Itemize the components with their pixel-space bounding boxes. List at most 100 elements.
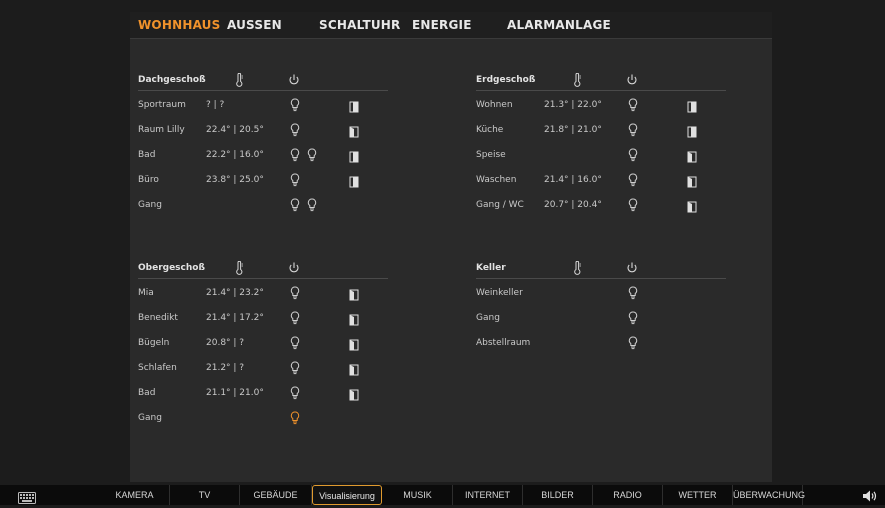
room-name: Raum Lilly [138,125,185,135]
room-row: Büro 23.8° | 25.0° [138,171,388,191]
section-dachgeschoss: Dachgeschoß Sportraum ? | ? Raum Lilly 22.4°… [138,72,388,232]
room-row: Gang [476,309,726,329]
room-temperature: 21.8° | 21.0° [544,125,602,135]
lightbulb-icon[interactable] [628,147,638,162]
lightbulb-icon[interactable] [290,335,300,350]
shutter-icon[interactable] [686,98,698,113]
shutter-icon[interactable] [686,173,698,188]
room-row: Mia 21.4° | 23.2° [138,284,388,304]
lightbulb-icon[interactable] [290,360,300,375]
shutter-icon[interactable] [348,336,360,351]
bottom-tab-musik[interactable]: MUSIK [383,485,453,505]
room-temperature: 21.4° | 23.2° [206,288,264,298]
room-temperature: 21.4° | 17.2° [206,313,264,323]
lightbulb-icon[interactable] [628,310,638,325]
section-title: Dachgeschoß [138,75,206,85]
tab-alarmanlage[interactable]: ALARMANLAGE [507,12,611,38]
room-row: Sportraum ? | ? [138,96,388,116]
speaker-icon[interactable] [862,488,878,502]
lightbulb-icon[interactable] [290,285,300,300]
bottom-taskbar: KAMERA TV GEBÄUDE Visualisierung MUSIK I… [0,485,885,505]
bottom-tab-bilder[interactable]: BILDER [523,485,593,505]
room-name: Bügeln [138,338,170,348]
room-temperature: 21.3° | 22.0° [544,100,602,110]
shutter-icon[interactable] [686,148,698,163]
shutter-icon[interactable] [348,361,360,376]
room-name: Gang [138,200,162,210]
room-name: Schlafen [138,363,177,373]
thermometer-icon [571,72,583,87]
bottom-tab-ueberwachung[interactable]: ÜBERWACHUNG [733,485,805,505]
room-temperature: 21.2° | ? [206,363,245,373]
shutter-icon[interactable] [348,386,360,401]
tab-aussen[interactable]: AUSSEN [227,12,282,38]
shutter-icon[interactable] [686,123,698,138]
room-name: Abstellraum [476,338,531,348]
room-name: Speise [476,150,506,160]
shutter-icon[interactable] [348,148,360,163]
shutter-icon[interactable] [348,98,360,113]
lightbulb-icon[interactable] [628,285,638,300]
lightbulb-icon[interactable] [290,122,300,137]
keyboard-icon[interactable] [18,489,36,504]
lightbulb-icon[interactable] [290,385,300,400]
section-title: Keller [476,263,506,273]
tab-wohnhaus[interactable]: WOHNHAUS [138,12,220,38]
room-name: Bad [138,150,156,160]
room-name: Gang [138,413,162,423]
room-temperature: 20.8° | ? [206,338,245,348]
bottom-tab-visualisierung[interactable]: Visualisierung [312,485,382,505]
main-panel: WOHNHAUS AUSSEN SCHALTUHR ENERGIE ALARMA… [130,12,772,482]
power-icon [288,260,300,274]
lightbulb-icon[interactable] [628,197,638,212]
lightbulb-icon[interactable] [290,310,300,325]
section-title: Obergeschoß [138,263,205,273]
power-icon [288,72,300,86]
bottom-tab-kamera[interactable]: KAMERA [100,485,170,505]
shutter-icon[interactable] [348,173,360,188]
room-temperature: 23.8° | 25.0° [206,175,264,185]
lightbulb-icon[interactable] [628,172,638,187]
bottom-tab-internet[interactable]: INTERNET [453,485,523,505]
tab-schaltuhr[interactable]: SCHALTUHR [319,12,400,38]
lightbulb-icon[interactable] [290,147,300,162]
bottom-tab-radio[interactable]: RADIO [593,485,663,505]
lightbulb-icon[interactable] [628,335,638,350]
room-name: Wohnen [476,100,513,110]
room-row: Bad 22.2° | 16.0° [138,146,388,166]
top-navigation: WOHNHAUS AUSSEN SCHALTUHR ENERGIE ALARMA… [130,12,772,39]
section-erdgeschoss: Erdgeschoß Wohnen 21.3° | 22.0° Küche 21.8° … [476,72,726,232]
shutter-icon[interactable] [686,198,698,213]
room-temperature: ? | ? [206,100,225,110]
room-row: Bügeln 20.8° | ? [138,334,388,354]
lightbulb-icon[interactable] [290,197,300,212]
room-row: Gang [138,409,388,429]
section-header: Erdgeschoß [476,72,726,91]
room-row: Wohnen 21.3° | 22.0° [476,96,726,116]
bottom-tab-tv[interactable]: TV [170,485,240,505]
section-header: Obergeschoß [138,260,388,279]
lightbulb-icon[interactable] [307,147,317,162]
bottom-tab-gebaeude[interactable]: GEBÄUDE [240,485,312,505]
power-icon [626,72,638,86]
bottom-tab-wetter[interactable]: WETTER [663,485,733,505]
shutter-icon[interactable] [348,311,360,326]
section-keller: Keller Weinkeller Gang Abstellraum [476,260,726,380]
lightbulb-icon[interactable] [290,97,300,112]
tab-energie[interactable]: ENERGIE [412,12,472,38]
section-header: Dachgeschoß [138,72,388,91]
room-row: Gang [138,196,388,216]
lightbulb-icon[interactable] [290,410,300,425]
lightbulb-icon[interactable] [628,97,638,112]
room-temperature: 22.2° | 16.0° [206,150,264,160]
room-name: Waschen [476,175,517,185]
room-row: Schlafen 21.2° | ? [138,359,388,379]
room-name: Gang [476,313,500,323]
room-name: Benedikt [138,313,178,323]
room-temperature: 22.4° | 20.5° [206,125,264,135]
lightbulb-icon[interactable] [307,197,317,212]
shutter-icon[interactable] [348,123,360,138]
lightbulb-icon[interactable] [628,122,638,137]
shutter-icon[interactable] [348,286,360,301]
lightbulb-icon[interactable] [290,172,300,187]
